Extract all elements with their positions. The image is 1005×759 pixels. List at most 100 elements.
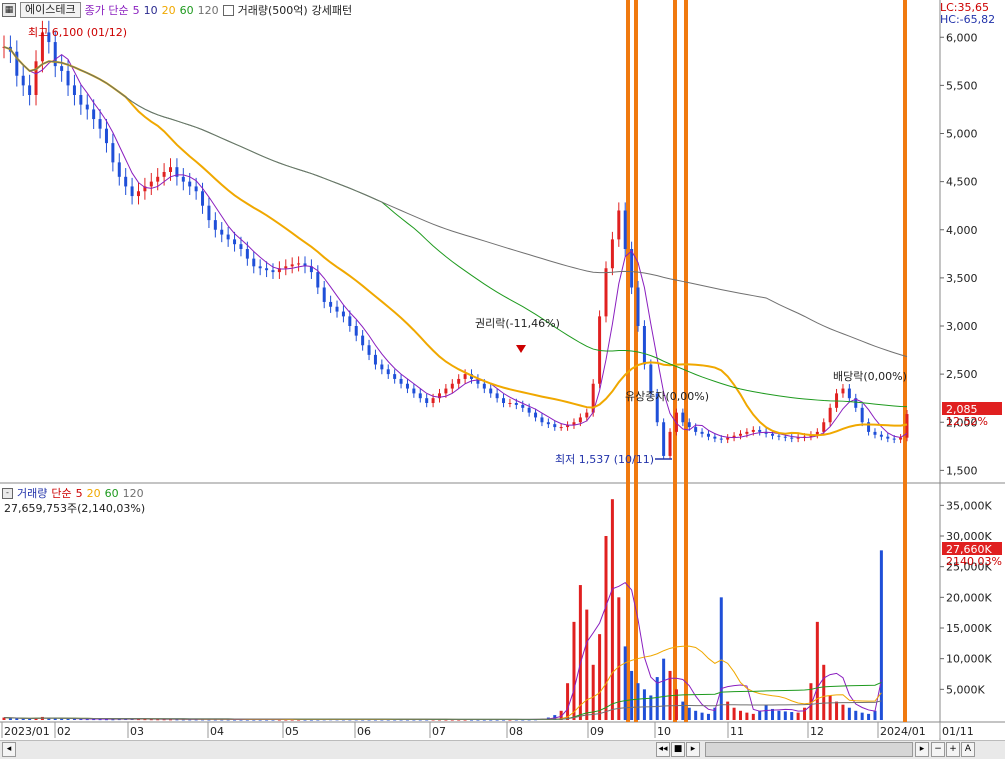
candle-body <box>681 412 685 423</box>
candle-body <box>540 417 544 423</box>
candle-body <box>604 268 608 317</box>
volume-unit-label: 거래량(500억) <box>237 4 308 17</box>
event-marker <box>684 0 688 722</box>
volume-bar <box>719 597 723 720</box>
candle-body <box>60 66 64 71</box>
price-tick-label: 4,000 <box>946 224 978 237</box>
event-marker <box>673 0 677 722</box>
zoom-out-button[interactable]: − <box>931 742 945 757</box>
play-button[interactable]: ▸ <box>686 742 700 757</box>
candle-body <box>354 326 358 336</box>
volume-bar <box>585 609 589 720</box>
stock-name-tag[interactable]: 에이스테크 <box>20 2 81 18</box>
volume-bar <box>860 712 864 720</box>
candle-body <box>745 431 749 434</box>
volume-bar <box>867 713 871 720</box>
candle-body <box>828 407 832 423</box>
volume-bar <box>732 707 736 720</box>
volume-bar <box>700 712 704 720</box>
ma-10: 10 <box>143 3 158 17</box>
candle-body <box>297 263 301 265</box>
candle-body <box>489 388 493 394</box>
candle-body <box>771 433 775 436</box>
candle-body <box>98 119 102 129</box>
font-size-button[interactable]: A <box>961 742 975 757</box>
month-label: 2024/01 <box>880 725 926 738</box>
volume-bar <box>758 710 762 720</box>
candle-body <box>636 287 640 326</box>
candle-body <box>399 378 403 384</box>
candle-body <box>258 266 262 269</box>
price-tick-label: 5,000 <box>946 128 978 141</box>
volume-bar <box>854 710 858 720</box>
price-tick-label: 4,500 <box>946 176 978 189</box>
capital-increase-annotation: 유상증자(0,00%) <box>625 390 709 403</box>
volume-header: - 거래량 단순 5 20 60 120 <box>2 485 144 501</box>
candle-body <box>534 412 538 418</box>
price-tick-label: 3,500 <box>946 272 978 285</box>
grid-icon[interactable]: ▦ <box>2 3 16 17</box>
price-tick-label: 5,500 <box>946 79 978 92</box>
candle-body <box>348 316 352 326</box>
candle-body <box>719 438 723 440</box>
candle-body <box>841 388 845 394</box>
vma-20: 20 <box>86 486 101 500</box>
candle-body <box>156 176 160 182</box>
price-tick-label: 3,000 <box>946 320 978 333</box>
month-label: 08 <box>509 725 523 738</box>
month-label: 05 <box>285 725 299 738</box>
candle-body <box>239 244 243 249</box>
current-volume-pct: 2140,03% <box>946 555 1002 568</box>
candle-body <box>85 104 89 110</box>
scroll-right-button[interactable]: ▸ <box>915 742 929 757</box>
candle-body <box>207 205 211 221</box>
candle-body <box>617 210 621 240</box>
stock-chart[interactable]: 6,000 5,500 5,000 4,500 4,000 3,500 3,000 2,500… <box>0 0 1005 740</box>
candle-body <box>412 388 416 394</box>
candle-body <box>316 272 320 288</box>
pattern-label: 강세패턴 <box>311 4 353 17</box>
candle-body <box>521 404 525 408</box>
candle-body <box>367 345 371 355</box>
hc-value: HC:-65,82 <box>940 13 996 26</box>
candle-body <box>694 427 698 432</box>
candle-body <box>21 75 25 86</box>
month-label: 2023/01 <box>4 725 50 738</box>
candle-body <box>233 239 237 245</box>
stop-button[interactable]: ■ <box>671 742 685 757</box>
candle-body <box>687 422 691 428</box>
month-label: 10 <box>657 725 671 738</box>
candle-body <box>194 186 198 192</box>
volume-tick-label: 35,000K <box>946 499 992 512</box>
candle-body <box>226 234 230 240</box>
volume-bar <box>566 683 570 720</box>
month-label: 04 <box>210 725 224 738</box>
candle-body <box>393 374 397 379</box>
candle-body <box>668 431 672 456</box>
first-button[interactable]: ◂◂ <box>656 742 670 757</box>
candle-body <box>553 424 557 428</box>
collapse-icon[interactable]: - <box>2 487 13 499</box>
volume-bar <box>572 621 576 720</box>
month-label: 09 <box>590 725 604 738</box>
zoom-in-button[interactable]: + <box>946 742 960 757</box>
volume-tick-label: 30,000K <box>946 530 992 543</box>
volume-bar <box>777 710 781 720</box>
lc-hc-readout: LC:35,65 HC:-65,82 <box>940 2 995 26</box>
candle-body <box>444 388 448 394</box>
candle-body <box>271 270 275 273</box>
candle-body <box>726 437 730 440</box>
scroll-thumb[interactable] <box>705 742 913 757</box>
ma-120: 120 <box>197 3 219 17</box>
volume-bar <box>681 701 685 720</box>
volume-tick-label: 10,000K <box>946 653 992 666</box>
vma-120: 120 <box>122 486 144 500</box>
candle-body <box>66 70 70 86</box>
candle-body <box>630 249 634 288</box>
candle-body <box>72 85 76 95</box>
volume-bar <box>610 499 614 720</box>
candle-body <box>79 95 83 105</box>
candle-body <box>361 335 365 346</box>
scroll-left-button[interactable]: ◂ <box>2 742 16 757</box>
month-label: 11 <box>730 725 744 738</box>
